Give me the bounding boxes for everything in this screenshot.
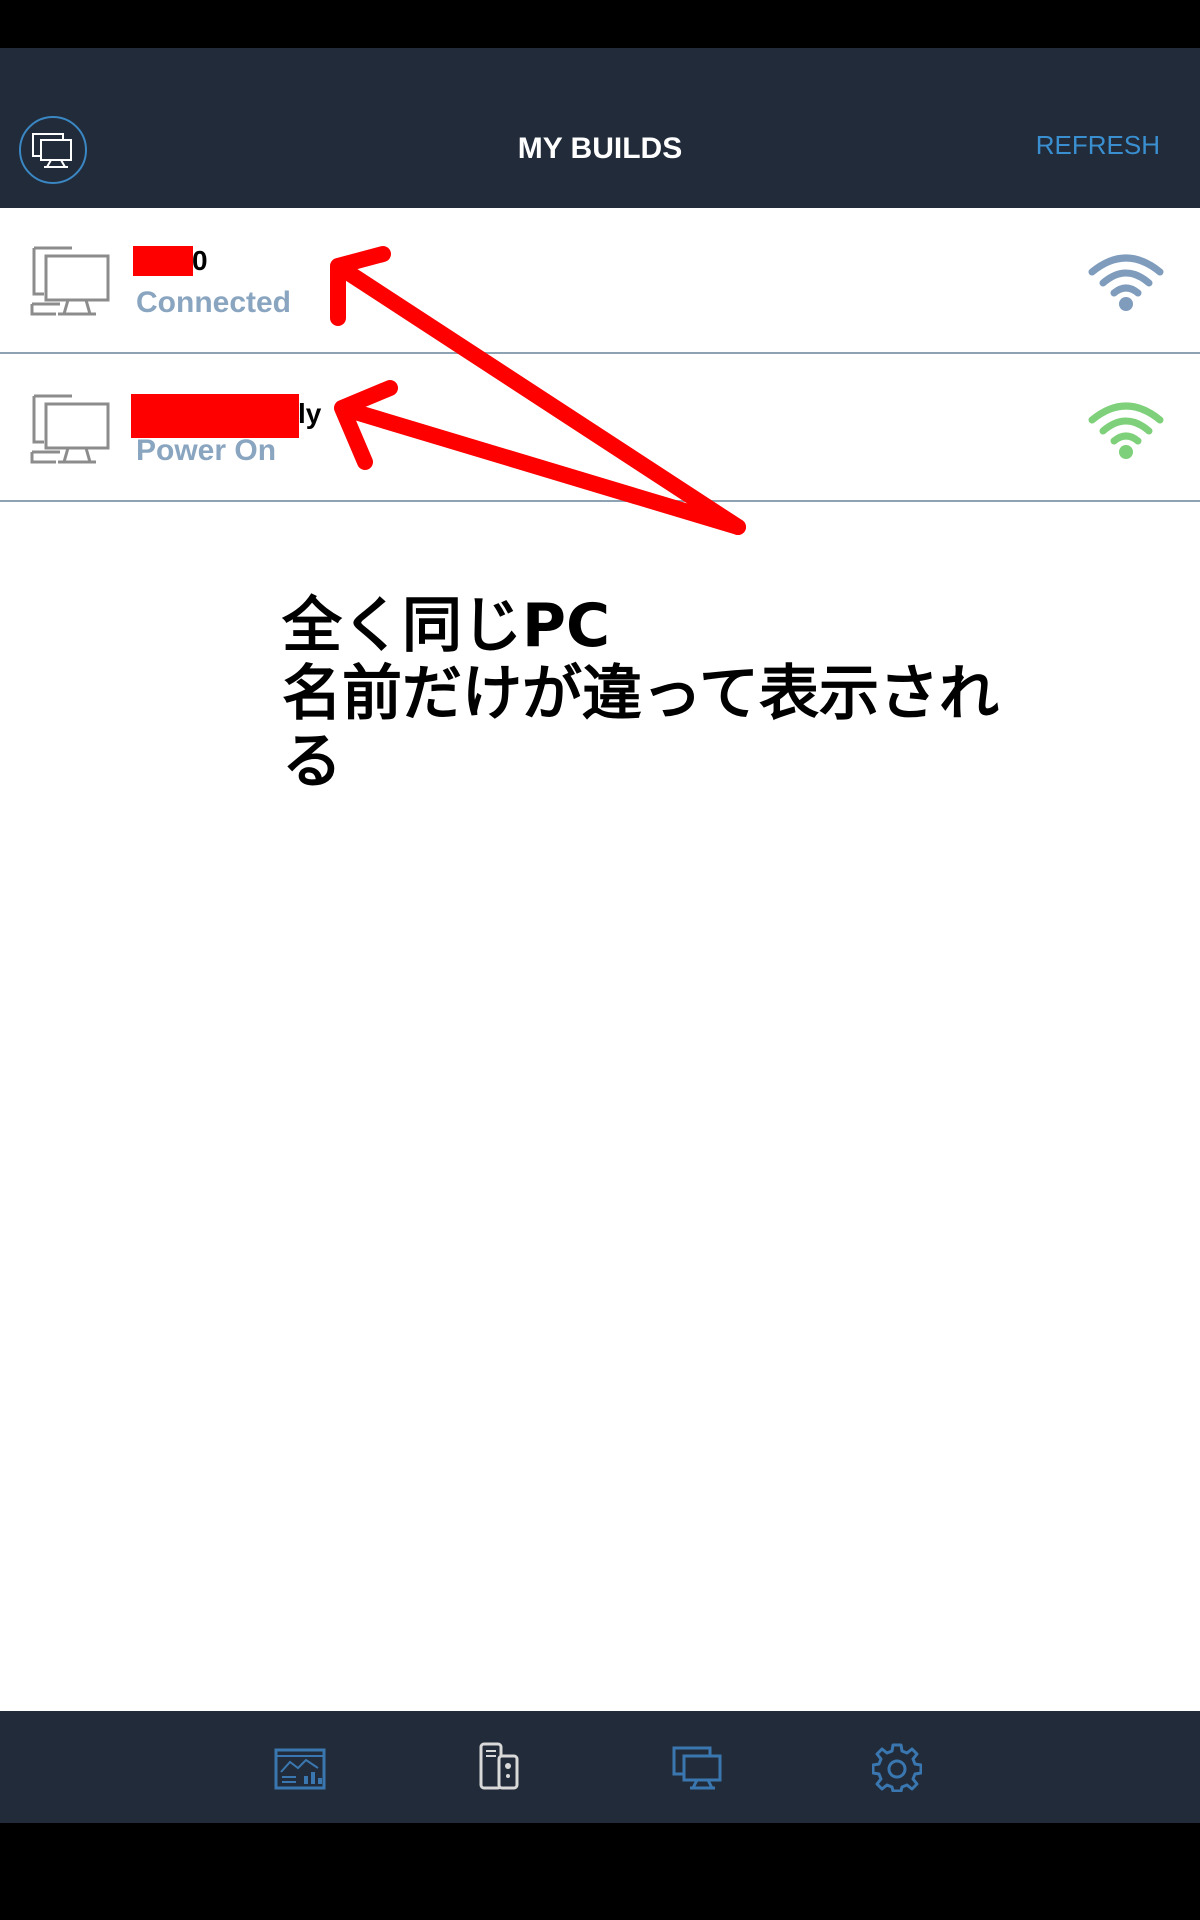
app-screen: MY BUILDS REFRESH 0 Connected ly Power O… [0, 0, 1200, 1920]
desktop-pc-icon [30, 394, 110, 464]
page-title: MY BUILDS [517, 132, 683, 165]
desktop-pc-icon [30, 246, 110, 316]
wifi-icon [1088, 402, 1164, 459]
gear-icon [872, 1743, 922, 1792]
nav-monitor[interactable] [668, 1737, 728, 1797]
wifi-icon [1088, 254, 1164, 311]
build-status: Connected [136, 286, 292, 319]
nav-settings[interactable] [867, 1737, 927, 1797]
redaction-mark [131, 394, 299, 438]
wifi-arc-mid [1099, 269, 1153, 287]
annotation-line-3: る [282, 727, 342, 797]
nav-dashboard[interactable] [270, 1737, 330, 1797]
builds-list: 0 Connected ly Power On [0, 208, 1200, 1711]
refresh-button[interactable]: REFRESH [1036, 130, 1160, 161]
wifi-arc-inner [1110, 284, 1142, 297]
build-row-2[interactable]: ly Power On [0, 356, 1200, 502]
app-header: MY BUILDS REFRESH [0, 48, 1200, 208]
build-name: ly [298, 398, 322, 429]
redaction-mark [133, 246, 193, 276]
wifi-arc-inner [1110, 432, 1142, 445]
wifi-arc-mid [1099, 417, 1153, 435]
build-name: 0 [192, 245, 208, 276]
monitor-icon [672, 1746, 722, 1790]
system-nav-bar [0, 1823, 1200, 1920]
build-row-1[interactable]: 0 Connected [0, 208, 1200, 354]
pc-tower-icon [479, 1742, 519, 1790]
bottom-nav [0, 1711, 1200, 1823]
build-status: Power On [136, 434, 277, 467]
nav-builds[interactable] [469, 1737, 529, 1797]
annotation-line-1: 全く同じPC [282, 591, 611, 661]
dashboard-icon [274, 1748, 326, 1790]
annotation-line-2: 名前だけが違って表示され [282, 659, 999, 729]
status-bar [0, 0, 1200, 48]
annotation-text: 全く同じPC 名前だけが違って表示され る [282, 592, 1122, 796]
